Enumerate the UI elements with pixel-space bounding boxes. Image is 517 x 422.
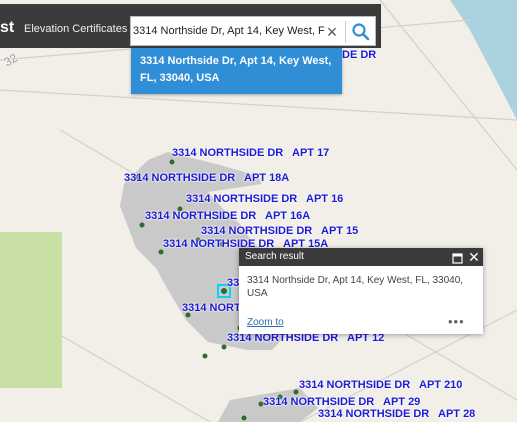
address-point [202, 353, 208, 359]
address-label: 3314 NORTHSIDE DR APT 16 [186, 193, 344, 205]
maximize-icon [452, 253, 463, 264]
address-label: 3314 NORTHSIDE DR APT 29 [263, 396, 421, 408]
search-button[interactable] [349, 20, 373, 44]
address-point [241, 415, 247, 421]
address-label: 3314 NORTHSIDE DR APT 17 [172, 147, 330, 159]
address-label: 3314 NORT [182, 302, 241, 314]
address-label: 33 [227, 277, 240, 289]
search-result-popup: Search result ✕ 3314 Northside Dr, Apt 1… [239, 248, 483, 334]
maximize-button[interactable] [452, 251, 463, 264]
search-box: × [130, 16, 376, 46]
ellipsis-icon: ••• [448, 314, 465, 329]
partial-road-label: DE DR [342, 49, 377, 61]
popup-title: Search result [245, 251, 304, 262]
more-options-button[interactable]: ••• [448, 314, 465, 329]
app-subtitle: Elevation Certificates [24, 23, 128, 35]
address-label: 3314 NORTHSIDE DR APT 210 [299, 379, 463, 391]
address-point [293, 389, 299, 395]
park-area [0, 232, 62, 388]
close-icon: × [326, 22, 338, 42]
zoom-to-link[interactable]: Zoom to [247, 317, 284, 328]
magnifier-icon [352, 23, 370, 41]
popup-header: Search result ✕ [239, 248, 483, 266]
close-icon: ✕ [468, 249, 480, 265]
search-divider [345, 21, 346, 43]
popup-close-button[interactable]: ✕ [467, 249, 481, 265]
address-point [139, 222, 145, 228]
popup-body-text: 3314 Northside Dr, Apt 14, Key West, FL,… [247, 275, 464, 299]
search-suggestion-item[interactable]: 3314 Northside Dr, Apt 14, Key West, FL,… [131, 48, 342, 94]
address-point [221, 344, 227, 350]
app-title: st [0, 19, 15, 36]
clear-search-button[interactable]: × [321, 21, 343, 43]
address-label: 3314 NORTHSIDE DR APT 18A [124, 172, 290, 184]
address-label: 3314 NORTHSIDE DR APT 16A [145, 210, 311, 222]
search-input[interactable] [131, 17, 325, 45]
address-point [169, 159, 175, 165]
address-point [158, 249, 164, 255]
app-header-bar: st Elevation Certificates × [0, 4, 381, 48]
address-label: 3314 NORTHSIDE DR APT 15 [201, 225, 359, 237]
address-label: 3314 NORTHSIDE DR APT 28 [318, 408, 476, 420]
